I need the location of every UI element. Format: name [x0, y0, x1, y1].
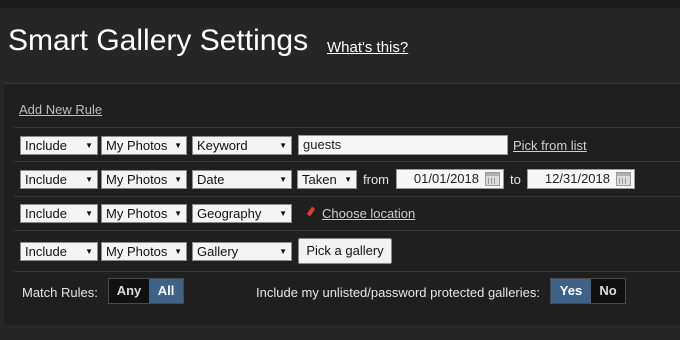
rule-3-mode-select[interactable]: Include ▼: [20, 204, 98, 223]
rule-1-mode-select[interactable]: Include ▼: [20, 136, 98, 155]
rule-4-field-value: Gallery: [197, 244, 239, 259]
top-strip: [0, 0, 680, 8]
from-date-value: 01/01/2018: [413, 171, 479, 186]
divider: [14, 161, 680, 162]
pick-from-list-link[interactable]: Pick from list: [513, 138, 587, 153]
divider: [14, 196, 680, 197]
chevron-down-icon: ▼: [85, 141, 93, 150]
page-title: Smart Gallery Settings: [8, 24, 309, 57]
match-rules-toggle: Any All: [108, 278, 184, 304]
chevron-down-icon: ▼: [174, 209, 182, 218]
rule-3-field-select[interactable]: Geography ▼: [192, 204, 292, 223]
rule-1-field-select[interactable]: Keyword ▼: [192, 136, 292, 155]
from-date-input[interactable]: 01/01/2018: [396, 169, 504, 189]
to-date-value: 12/31/2018: [544, 171, 610, 186]
to-date-input[interactable]: 12/31/2018: [527, 169, 635, 189]
chevron-down-icon: ▼: [279, 141, 287, 150]
choose-location-link[interactable]: Choose location: [322, 206, 415, 221]
rule-4-scope-value: My Photos: [106, 244, 168, 259]
match-rules-label: Match Rules:: [22, 285, 98, 300]
date-type-select[interactable]: Taken ▼: [297, 170, 357, 189]
rule-2-scope-select[interactable]: My Photos ▼: [101, 170, 187, 189]
calendar-icon[interactable]: [616, 172, 631, 186]
chevron-down-icon: ▼: [85, 175, 93, 184]
divider: [14, 230, 680, 231]
rule-3-mode-value: Include: [25, 206, 67, 221]
divider: [14, 127, 680, 128]
match-any-option[interactable]: Any: [109, 279, 149, 303]
keyword-input[interactable]: guests: [298, 135, 508, 155]
match-all-option[interactable]: All: [149, 279, 183, 303]
rule-3-scope-value: My Photos: [106, 206, 168, 221]
divider: [14, 271, 680, 272]
pick-a-gallery-button[interactable]: Pick a gallery: [298, 238, 392, 264]
rule-2-mode-select[interactable]: Include ▼: [20, 170, 98, 189]
rule-2-field-select[interactable]: Date ▼: [192, 170, 292, 189]
rule-3-scope-select[interactable]: My Photos ▼: [101, 204, 187, 223]
calendar-icon[interactable]: [485, 172, 500, 186]
chevron-down-icon: ▼: [279, 209, 287, 218]
rule-1-scope-select[interactable]: My Photos ▼: [101, 136, 187, 155]
rule-4-scope-select[interactable]: My Photos ▼: [101, 242, 187, 261]
date-type-value: Taken: [302, 172, 337, 187]
include-no-option[interactable]: No: [591, 279, 625, 303]
add-new-rule-link[interactable]: Add New Rule: [19, 102, 102, 117]
rule-2-field-value: Date: [197, 172, 225, 187]
chevron-down-icon: ▼: [174, 141, 182, 150]
rule-3-field-value: Geography: [197, 206, 262, 221]
chevron-down-icon: ▼: [279, 175, 287, 184]
rule-1-field-value: Keyword: [197, 138, 248, 153]
from-label: from: [363, 172, 389, 187]
to-label: to: [510, 172, 521, 187]
rule-1-mode-value: Include: [25, 138, 67, 153]
rule-2-scope-value: My Photos: [106, 172, 168, 187]
chevron-down-icon: ▼: [344, 175, 352, 184]
chevron-down-icon: ▼: [174, 175, 182, 184]
rule-4-mode-select[interactable]: Include ▼: [20, 242, 98, 261]
include-yes-option[interactable]: Yes: [551, 279, 591, 303]
whats-this-link[interactable]: What's this?: [327, 39, 408, 56]
include-unlisted-label: Include my unlisted/password protected g…: [256, 285, 540, 300]
rule-4-mode-value: Include: [25, 244, 67, 259]
rule-4-field-select[interactable]: Gallery ▼: [192, 242, 292, 261]
chevron-down-icon: ▼: [85, 209, 93, 218]
rule-1-scope-value: My Photos: [106, 138, 168, 153]
chevron-down-icon: ▼: [85, 247, 93, 256]
rule-2-mode-value: Include: [25, 172, 67, 187]
include-unlisted-toggle: Yes No: [550, 278, 626, 304]
chevron-down-icon: ▼: [174, 247, 182, 256]
chevron-down-icon: ▼: [279, 247, 287, 256]
